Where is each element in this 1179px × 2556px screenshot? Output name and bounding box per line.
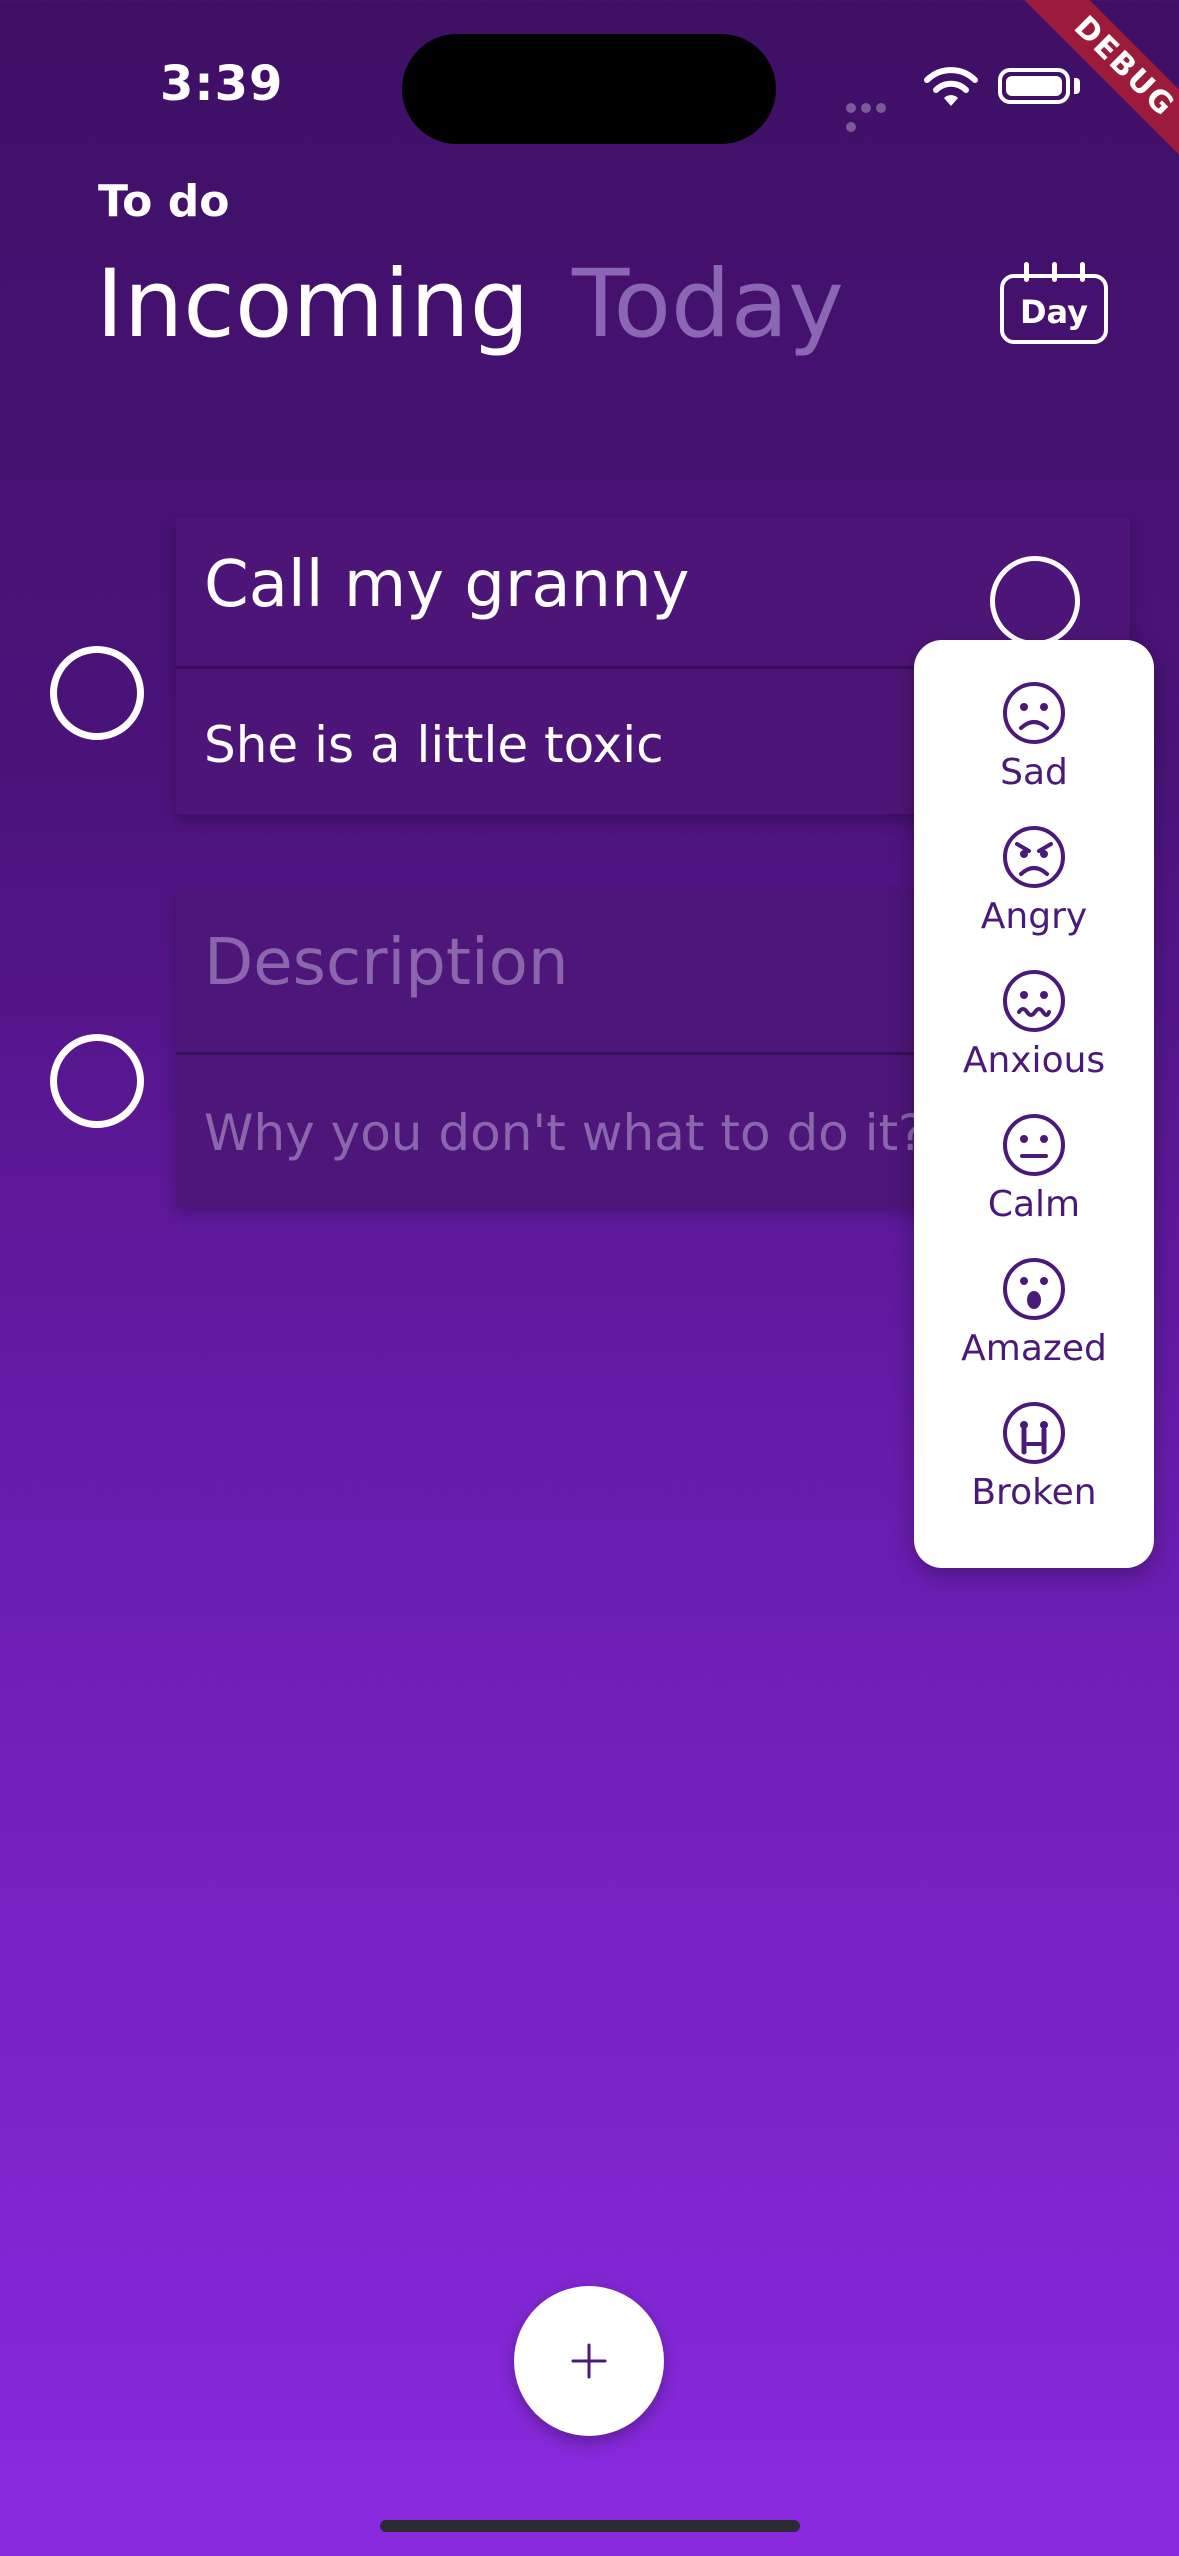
tab-today[interactable]: Today <box>572 250 844 359</box>
broken-face-icon <box>1003 1402 1065 1464</box>
new-task-checkbox[interactable] <box>50 1034 144 1128</box>
mood-item-anxious[interactable]: Anxious <box>914 968 1154 1081</box>
mood-menu: Sad Angry Anxious Calm Amazed Broken <box>914 640 1154 1568</box>
mood-label: Broken <box>971 1472 1097 1513</box>
day-calendar-button[interactable]: Day <box>1000 274 1108 344</box>
amazed-face-icon <box>1003 1258 1065 1320</box>
mood-item-sad[interactable]: Sad <box>914 680 1154 793</box>
battery-tip <box>1074 78 1080 94</box>
tab-incoming[interactable]: Incoming <box>96 250 529 359</box>
dynamic-island <box>402 34 776 144</box>
mood-selector-button[interactable] <box>990 556 1080 646</box>
new-task-title-input[interactable]: Description <box>204 926 569 1000</box>
day-button-label: Day <box>1019 293 1089 331</box>
mood-label: Anxious <box>962 1040 1106 1081</box>
calm-face-icon <box>1003 1114 1065 1176</box>
add-task-button[interactable] <box>514 2286 664 2436</box>
task-description[interactable]: She is a little toxic <box>204 716 664 774</box>
mood-label: Calm <box>987 1184 1081 1225</box>
plus-icon <box>571 2343 607 2379</box>
signal-dots-icon <box>846 98 904 132</box>
task-title[interactable]: Call my granny <box>204 548 690 622</box>
wifi-icon <box>924 67 978 106</box>
mood-item-broken[interactable]: Broken <box>914 1400 1154 1513</box>
mood-item-angry[interactable]: Angry <box>914 824 1154 937</box>
mood-item-amazed[interactable]: Amazed <box>914 1256 1154 1369</box>
mood-item-calm[interactable]: Calm <box>914 1112 1154 1225</box>
battery-icon <box>998 68 1070 104</box>
anxious-face-icon <box>1003 970 1065 1032</box>
task-complete-checkbox[interactable] <box>50 646 144 740</box>
angry-face-icon <box>1003 826 1065 888</box>
sad-face-icon <box>1003 682 1065 744</box>
mood-label: Sad <box>1000 752 1068 793</box>
section-label: To do <box>98 176 230 227</box>
home-indicator[interactable] <box>380 2520 800 2532</box>
mood-label: Angry <box>980 896 1088 937</box>
mood-label: Amazed <box>961 1328 1107 1369</box>
status-time: 3:39 <box>160 56 284 112</box>
